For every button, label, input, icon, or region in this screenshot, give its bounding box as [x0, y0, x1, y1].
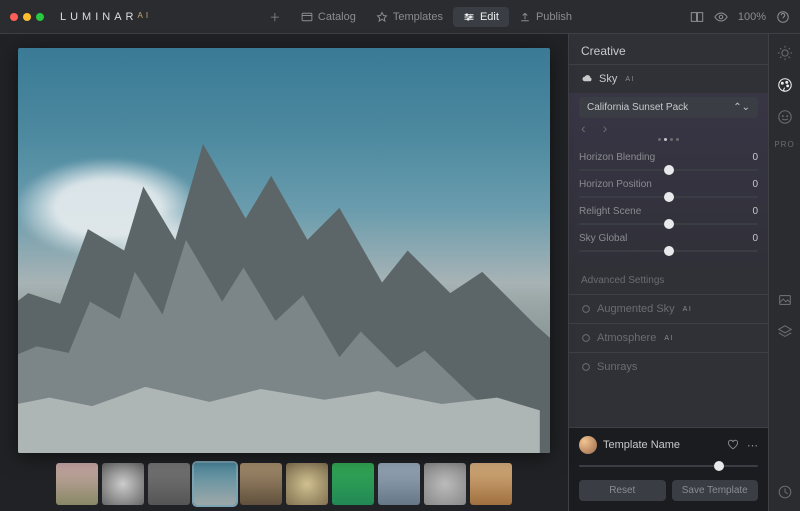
slider-value: 0 — [752, 179, 758, 190]
slider-sky-global[interactable] — [579, 245, 758, 257]
filmstrip-thumb[interactable] — [148, 463, 190, 505]
slider-label: Horizon Blending — [579, 152, 655, 163]
tool-label: Sunrays — [597, 361, 637, 373]
pro-tab[interactable]: PRO — [774, 140, 794, 149]
tool-icon — [581, 333, 591, 343]
tool-augmented-sky-header[interactable]: Augmented Sky A I — [569, 295, 768, 323]
publish-icon — [519, 11, 531, 23]
slider-value: 0 — [752, 206, 758, 217]
tool-label: Atmosphere — [597, 332, 656, 344]
slider-label: Relight Scene — [579, 206, 641, 217]
template-name: Template Name — [603, 439, 721, 451]
cloud-icon — [581, 73, 593, 85]
zoom-level[interactable]: 100% — [738, 11, 766, 23]
panel-title: Creative — [569, 34, 768, 64]
filmstrip-thumb[interactable] — [424, 463, 466, 505]
slider-label: Horizon Position — [579, 179, 652, 190]
tool-sky-header[interactable]: Sky A I — [569, 65, 768, 93]
edit-icon — [463, 11, 475, 23]
sky-grid — [590, 126, 599, 132]
reset-button[interactable]: Reset — [579, 480, 666, 501]
filmstrip-thumb[interactable] — [240, 463, 282, 505]
compare-icon[interactable] — [690, 10, 704, 24]
filmstrip-thumb[interactable] — [470, 463, 512, 505]
favorite-icon[interactable] — [727, 439, 739, 452]
ai-badge: A I — [683, 306, 691, 313]
sky-next[interactable]: › — [601, 120, 610, 136]
nav-edit-label: Edit — [480, 11, 499, 23]
filmstrip-thumb[interactable] — [332, 463, 374, 505]
templates-icon — [376, 11, 388, 23]
plus-icon: ＋ — [269, 11, 281, 23]
tool-sky-label: Sky — [599, 73, 617, 85]
nav-catalog-label: Catalog — [318, 11, 356, 23]
slider-relight-scene[interactable] — [579, 218, 758, 230]
tool-label: Augmented Sky — [597, 303, 675, 315]
layers-tab-icon[interactable] — [776, 323, 794, 341]
slider-value: 0 — [752, 233, 758, 244]
advanced-settings-link[interactable]: Advanced Settings — [569, 267, 768, 294]
page-dots — [579, 138, 758, 141]
nav-add[interactable]: ＋ — [259, 7, 291, 27]
filmstrip — [0, 459, 568, 511]
mountain-shape — [18, 48, 550, 453]
slider-value: 0 — [752, 152, 758, 163]
template-amount-slider[interactable] — [579, 460, 758, 472]
preview-icon[interactable] — [714, 10, 728, 24]
slider-horizon-position[interactable] — [579, 191, 758, 203]
nav-templates[interactable]: Templates — [366, 7, 453, 27]
app-brand: LUMINARAI — [60, 11, 151, 23]
ai-badge: A I — [625, 76, 633, 83]
ai-badge: A I — [664, 335, 672, 342]
filmstrip-thumb[interactable] — [56, 463, 98, 505]
history-icon[interactable] — [776, 483, 794, 501]
portrait-tab-icon[interactable] — [776, 108, 794, 126]
window-controls[interactable] — [10, 13, 44, 21]
crop-tab-icon[interactable] — [776, 291, 794, 309]
save-template-button[interactable]: Save Template — [672, 480, 759, 501]
slider-label: Sky Global — [579, 233, 627, 244]
photo-canvas[interactable] — [18, 48, 550, 453]
sky-pack-select[interactable]: California Sunset Pack ⌃⌄ — [579, 97, 758, 118]
nav-publish-label: Publish — [536, 11, 572, 23]
nav-catalog[interactable]: Catalog — [291, 7, 366, 27]
filmstrip-thumb[interactable] — [286, 463, 328, 505]
tool-sunrays-header[interactable]: Sunrays — [569, 353, 768, 381]
tool-icon — [581, 362, 591, 372]
sky-prev[interactable]: ‹ — [579, 120, 588, 136]
tool-icon — [581, 304, 591, 314]
slider-horizon-blending[interactable] — [579, 164, 758, 176]
sky-pack-label: California Sunset Pack — [587, 102, 688, 113]
nav-edit[interactable]: Edit — [453, 7, 509, 27]
nav-templates-label: Templates — [393, 11, 443, 23]
filmstrip-thumb[interactable] — [194, 463, 236, 505]
filmstrip-thumb[interactable] — [378, 463, 420, 505]
nav-publish[interactable]: Publish — [509, 7, 582, 27]
creative-tab-icon[interactable] — [776, 76, 794, 94]
tool-atmosphere-header[interactable]: Atmosphere A I — [569, 324, 768, 352]
more-icon[interactable]: ⋯ — [747, 439, 758, 452]
filmstrip-thumb[interactable] — [102, 463, 144, 505]
essentials-tab-icon[interactable] — [776, 44, 794, 62]
template-avatar — [579, 436, 597, 454]
updown-icon: ⌃⌄ — [733, 102, 750, 113]
help-icon[interactable] — [776, 10, 790, 24]
catalog-icon — [301, 11, 313, 23]
